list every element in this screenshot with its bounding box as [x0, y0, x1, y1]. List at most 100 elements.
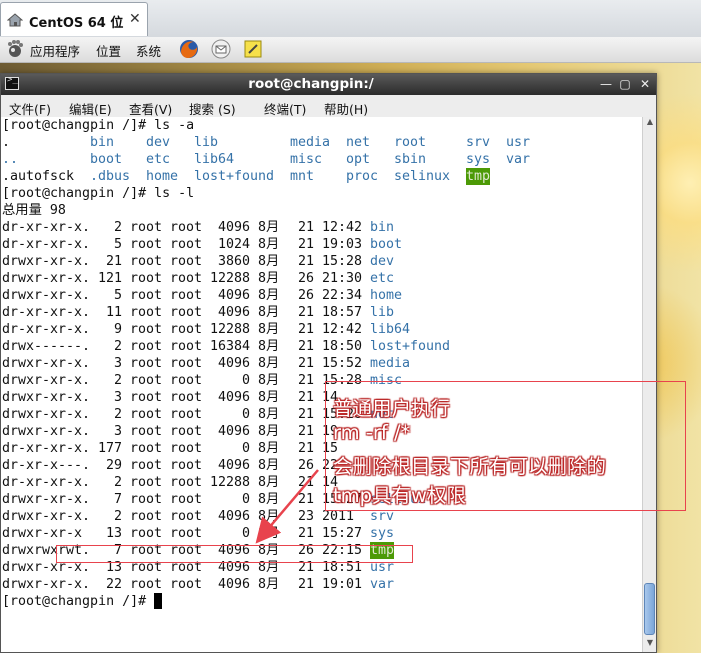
ls-a-item: usr — [506, 135, 531, 150]
ls-a-item: etc — [146, 152, 171, 167]
ls-l-perm: dr-xr-xr-x. — [2, 305, 91, 320]
vertical-scrollbar[interactable]: ▲ ▼ — [642, 117, 656, 652]
panel-menu-system[interactable]: 系统 — [136, 41, 161, 60]
ls-l-size: 16384 — [210, 339, 251, 354]
ls-l-group: root — [170, 407, 203, 422]
menu-view[interactable]: 查看(V) — [129, 99, 172, 118]
ls-l-group: root — [170, 577, 203, 592]
ls-a-item: root — [394, 135, 427, 150]
scroll-up-icon[interactable]: ▲ — [644, 117, 656, 131]
ls-a-item: home — [146, 169, 179, 184]
ls-l-size: 0 — [241, 441, 250, 456]
ls-a-item: bin — [90, 135, 115, 150]
close-button[interactable]: ✕ — [637, 76, 653, 92]
ls-l-name: misc — [370, 373, 403, 388]
ls-l-perm: drwxr-xr-x. — [2, 577, 91, 592]
ls-l-size: 4096 — [217, 220, 250, 235]
menu-edit[interactable]: 编辑(E) — [69, 99, 112, 118]
ls-l-owner: root — [130, 288, 163, 303]
scrollbar-thumb[interactable] — [644, 583, 655, 635]
ls-l-links: 13 — [105, 526, 122, 541]
menu-search[interactable]: 搜索 (S) — [189, 99, 236, 118]
ls-l-owner: root — [130, 254, 163, 269]
ls-l-time: 12:42 — [322, 220, 363, 235]
ls-l-month: 8月 — [258, 475, 280, 490]
ls-l-name: srv — [370, 509, 395, 524]
ls-l-owner: root — [130, 390, 163, 405]
ls-l-day: 21 — [298, 322, 315, 337]
ls-a-item: sys — [466, 152, 491, 167]
ls-l-group: root — [170, 526, 203, 541]
prompt-line: [root@changpin /]# — [2, 593, 154, 610]
ls-a-item: srv — [466, 135, 491, 150]
scroll-down-icon[interactable]: ▼ — [644, 638, 656, 652]
ls-l-perm: drwxr-xr-x. — [2, 492, 91, 507]
ls-l-month: 8月 — [258, 560, 280, 575]
ls-l-name: media — [370, 356, 411, 371]
annotation-text: 会删除根目录下所有可以删除的 — [333, 455, 607, 478]
ls-l-links: 21 — [105, 254, 122, 269]
ls-a-item: .. — [2, 152, 19, 167]
minimize-button[interactable]: — — [598, 76, 614, 92]
ls-l-owner: root — [130, 407, 163, 422]
home-icon — [7, 13, 23, 27]
ls-l-group: root — [170, 424, 203, 439]
ls-l-group: root — [170, 322, 203, 337]
gnome-foot-icon — [8, 40, 23, 57]
ls-l-month: 8月 — [258, 458, 280, 473]
prompt-line: [root@changpin /]# ls -l — [2, 185, 194, 202]
firefox-icon[interactable] — [178, 38, 200, 60]
ls-l-month: 8月 — [258, 390, 280, 405]
ls-l-day: 21 — [298, 407, 315, 422]
maximize-button[interactable]: ▢ — [617, 76, 633, 92]
terminal-window: >_ root@changpin:/ — ▢ ✕ 文件(F) 编辑(E) 查看(… — [0, 73, 657, 653]
command-text: ls -l — [154, 186, 195, 201]
window-titlebar[interactable]: >_ root@changpin:/ — ▢ ✕ — [1, 74, 656, 95]
ls-l-size: 4096 — [217, 560, 250, 575]
ls-l-perm: dr-xr-xr-x. — [2, 441, 91, 456]
ls-l-perm: drwxr-xr-x. — [2, 560, 91, 575]
ls-l-owner: root — [130, 305, 163, 320]
ls-l-owner: root — [130, 475, 163, 490]
panel-menu-places[interactable]: 位置 — [96, 41, 121, 60]
ls-l-day: 21 — [298, 475, 315, 490]
annotation-text: rm -rf /* — [333, 421, 411, 444]
ls-l-row: dr-xr-xr-x. 11 root root 4096 8月 21 18:57 lib — [2, 304, 642, 321]
panel-menu-applications[interactable]: 应用程序 — [30, 41, 80, 60]
ls-l-day: 21 — [298, 424, 315, 439]
ls-a-item: lib — [194, 135, 219, 150]
ls-l-name: var — [370, 577, 395, 592]
ls-l-day: 21 — [298, 237, 315, 252]
ls-l-day: 21 — [298, 220, 315, 235]
ls-a-item: net — [346, 135, 371, 150]
menu-help[interactable]: 帮助(H) — [324, 99, 368, 118]
ls-l-time: 2011 — [322, 509, 355, 524]
ls-a-item: sbin — [394, 152, 427, 167]
ls-l-row: drwxr-xr-x. 22 root root 4096 8月 21 19:01 var — [2, 576, 642, 593]
terminal-output[interactable]: [root@changpin /]# ls -a . bin dev lib m… — [1, 117, 642, 652]
ls-l-month: 8月 — [258, 373, 280, 388]
gnome-top-panel: 应用程序 位置 系统 — [0, 37, 701, 63]
ls-l-time: 15:28 — [322, 373, 363, 388]
ls-l-perm: drwxr-xr-x. — [2, 407, 91, 422]
ls-l-time: 12:42 — [322, 322, 363, 337]
ls-l-group: root — [170, 271, 203, 286]
close-icon[interactable]: ✕ — [129, 11, 141, 27]
ls-l-day: 21 — [298, 577, 315, 592]
ls-l-perm: drwxr-xr-x. — [2, 356, 91, 371]
ls-l-row: drwxr-xr-x. 3 root root 4096 8月 21 19 — [2, 423, 642, 440]
ls-l-owner: root — [130, 373, 163, 388]
menu-terminal[interactable]: 终端(T) — [264, 99, 306, 118]
ls-l-links: 2 — [113, 407, 122, 422]
ls-l-day: 21 — [298, 526, 315, 541]
ls-l-day: 21 — [298, 339, 315, 354]
ls-a-row: .. boot etc lib64 misc opt sbin sys var — [2, 151, 530, 168]
menu-file[interactable]: 文件(F) — [9, 99, 51, 118]
ls-a-row: . bin dev lib media net root srv usr — [2, 134, 530, 151]
vm-tab-centos[interactable]: CentOS 64 位 ✕ — [0, 2, 148, 36]
notes-icon[interactable] — [242, 38, 264, 60]
ls-l-row: drwxr-xr-x. 3 root root 4096 8月 21 15:52 media — [2, 355, 642, 372]
ls-a-item: media — [290, 135, 331, 150]
mail-icon[interactable] — [210, 38, 232, 60]
ls-l-time: 18:51 — [322, 560, 363, 575]
